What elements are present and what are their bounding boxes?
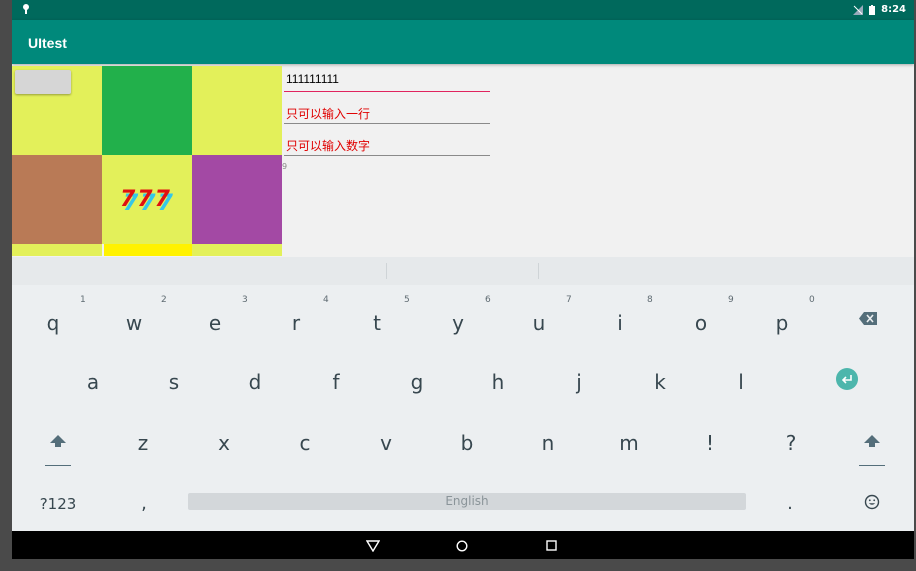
- backspace-icon[interactable]: [859, 312, 877, 325]
- key-g[interactable]: g: [406, 370, 428, 394]
- device-screen: 8:24 UItest 777 111111111 只可以输入一行 只可以输入数…: [12, 0, 914, 559]
- key-s[interactable]: s: [163, 370, 185, 394]
- field-underline: [284, 155, 490, 156]
- single-line-hint: 只可以输入一行: [286, 107, 371, 121]
- grid-cell-2: [102, 66, 192, 155]
- key-b[interactable]: b: [456, 431, 478, 455]
- app-title: UItest: [28, 35, 67, 51]
- enter-key[interactable]: [836, 368, 858, 390]
- text-input-field[interactable]: 111111111: [284, 72, 490, 92]
- small-button[interactable]: [15, 70, 71, 94]
- grid-strip-3: [192, 244, 282, 256]
- soft-keyboard: q1 w2 e3 r4 t5 y6 u7 i8 o9 p0 a s d f g …: [12, 257, 914, 531]
- suggestion-divider: [538, 263, 539, 279]
- field-underline: [284, 123, 490, 124]
- key-y[interactable]: y6: [447, 295, 491, 335]
- key-u[interactable]: u7: [528, 295, 572, 335]
- key-c[interactable]: c: [294, 431, 316, 455]
- number-only-field[interactable]: 只可以输入数字: [284, 137, 490, 156]
- status-bar: 8:24: [12, 0, 914, 20]
- suggestion-divider: [386, 263, 387, 279]
- grid-cell-1: [12, 66, 102, 155]
- key-f[interactable]: f: [325, 370, 347, 394]
- comma-key[interactable]: ,: [134, 493, 154, 514]
- no-sim-icon: [853, 4, 864, 15]
- key-j[interactable]: j: [568, 370, 590, 394]
- small-label: 9: [282, 162, 288, 171]
- key-p[interactable]: p0: [771, 295, 815, 335]
- grid-cell-6: [192, 155, 282, 244]
- space-bar[interactable]: English: [188, 493, 746, 510]
- key-v[interactable]: v: [375, 431, 397, 455]
- key-z[interactable]: z: [132, 431, 154, 455]
- key-a[interactable]: a: [82, 370, 104, 394]
- clock: 8:24: [881, 4, 906, 15]
- grid-strip-2: [104, 244, 192, 256]
- debug-icon: [23, 4, 29, 14]
- single-line-field[interactable]: 只可以输入一行: [284, 105, 490, 124]
- key-exclamation[interactable]: !: [699, 431, 721, 455]
- home-icon[interactable]: [456, 540, 468, 552]
- key-e[interactable]: e3: [204, 295, 248, 335]
- grid-strip-1: [12, 244, 102, 256]
- key-r[interactable]: r4: [285, 295, 329, 335]
- key-w[interactable]: w2: [123, 295, 167, 335]
- key-d[interactable]: d: [244, 370, 266, 394]
- grid-cell-3: [192, 66, 282, 155]
- key-k[interactable]: k: [649, 370, 671, 394]
- field-underline: [284, 91, 490, 92]
- emoji-icon[interactable]: [864, 494, 880, 510]
- main-content: 777 111111111 只可以输入一行 只可以输入数字 9: [12, 64, 914, 257]
- recents-icon[interactable]: [546, 540, 557, 551]
- key-m[interactable]: m: [618, 431, 640, 455]
- app-bar: UItest: [12, 20, 914, 64]
- number-only-hint: 只可以输入数字: [286, 139, 371, 153]
- shift-icon[interactable]: [44, 433, 72, 467]
- shadow-text: 777: [120, 187, 172, 212]
- symbols-key[interactable]: ?123: [36, 495, 80, 513]
- key-question[interactable]: ?: [780, 431, 802, 455]
- shift-icon-right[interactable]: [858, 433, 886, 467]
- key-i[interactable]: i8: [609, 295, 653, 335]
- grid-cell-5: 777: [102, 155, 192, 244]
- back-icon[interactable]: [366, 540, 380, 552]
- grid-cell-4: [12, 155, 102, 244]
- enter-icon: [841, 375, 852, 384]
- key-q[interactable]: q1: [42, 295, 86, 335]
- key-o[interactable]: o9: [690, 295, 734, 335]
- key-n[interactable]: n: [537, 431, 559, 455]
- text-input-value: 111111111: [286, 72, 339, 86]
- navigation-bar: [12, 531, 914, 559]
- battery-icon: [869, 4, 876, 15]
- key-l[interactable]: l: [730, 370, 752, 394]
- key-t[interactable]: t5: [366, 295, 410, 335]
- key-h[interactable]: h: [487, 370, 509, 394]
- key-x[interactable]: x: [213, 431, 235, 455]
- suggestion-strip[interactable]: [12, 257, 914, 285]
- period-key[interactable]: .: [780, 493, 800, 514]
